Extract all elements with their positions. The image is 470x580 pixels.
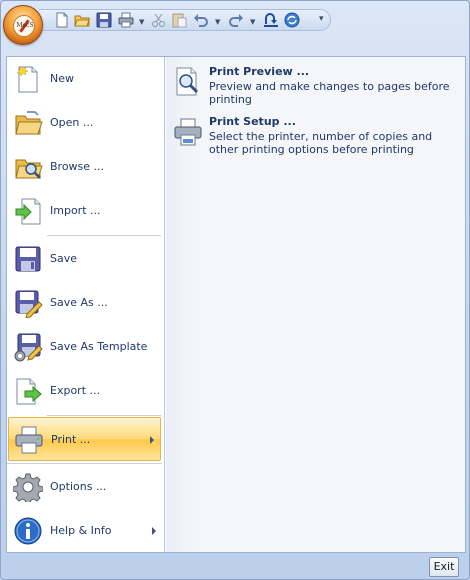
menu-item-help-info[interactable]: Help & Info: [7, 509, 162, 553]
customize-toolbar-arrow[interactable]: ▾: [319, 14, 324, 24]
open-folder-icon[interactable]: [74, 12, 90, 28]
save-as-icon: [15, 290, 43, 318]
save-template-icon: [14, 333, 43, 362]
submenu-item-print-preview[interactable]: Print Preview ... Preview and make chang…: [171, 65, 461, 109]
browse-folder-icon: [15, 159, 43, 179]
info-icon: [14, 517, 42, 545]
magnifier-doc-icon: [176, 67, 199, 96]
save-disk-icon: [15, 246, 41, 272]
menu-item-new[interactable]: New: [7, 57, 162, 101]
menu-item-label: Import ...: [50, 204, 101, 217]
menu-commands-column: New Open ... Browse ... Import ... Save …: [7, 57, 164, 552]
application-orb-button[interactable]: MecS: [3, 5, 43, 45]
redo-dropdown-arrow[interactable]: ▼: [250, 18, 255, 26]
app-logo-icon: MecS: [13, 15, 35, 37]
print-dropdown-arrow[interactable]: ▼: [139, 18, 144, 26]
menu-item-label: Print ...: [51, 433, 91, 446]
menu-item-label: Open ...: [50, 116, 94, 129]
menu-item-label: Browse ...: [50, 160, 105, 173]
save-disk-icon[interactable]: [96, 12, 112, 28]
application-window: MecS ▼ ▼ ▼ ▾ New Open ... Browse ... Imp…: [0, 0, 470, 580]
menu-item-save[interactable]: Save: [7, 237, 162, 281]
menu-item-print[interactable]: Print ...: [8, 417, 161, 461]
export-icon: [16, 378, 42, 405]
new-doc-icon: [16, 65, 38, 93]
menu-item-save-as-template[interactable]: Save As Template: [7, 325, 162, 369]
printer-icon: [174, 118, 202, 146]
menu-separator: [47, 235, 161, 236]
menu-separator: [7, 463, 162, 464]
submenu-item-description: Preview and make changes to pages before…: [209, 80, 450, 106]
menu-item-open[interactable]: Open ...: [7, 101, 162, 145]
undo-dropdown-arrow[interactable]: ▼: [215, 18, 220, 26]
print-submenu-panel: Print Preview ... Preview and make chang…: [164, 57, 465, 552]
print-icon[interactable]: [118, 12, 134, 28]
open-folder-icon: [15, 111, 43, 135]
new-doc-icon[interactable]: [54, 12, 70, 28]
menu-item-import[interactable]: Import ...: [7, 189, 162, 233]
paste-icon[interactable]: [171, 12, 187, 28]
import-icon: [15, 198, 41, 225]
menu-item-label: Save As ...: [50, 296, 108, 309]
menu-item-label: Save: [50, 252, 78, 265]
cut-icon[interactable]: [151, 12, 167, 28]
submenu-item-description: Select the printer, number of copies and…: [209, 130, 433, 156]
menu-item-label: Options ...: [50, 480, 107, 493]
application-menu: New Open ... Browse ... Import ... Save …: [6, 56, 466, 553]
submenu-item-title: Print Setup ...: [209, 115, 296, 128]
menu-item-browse[interactable]: Browse ...: [7, 145, 162, 189]
refresh-icon[interactable]: [263, 12, 279, 28]
menu-item-save-as[interactable]: Save As ...: [7, 281, 162, 325]
menu-item-label: Save As Template: [50, 340, 148, 353]
undo-icon[interactable]: [193, 12, 209, 28]
menu-item-options[interactable]: Options ...: [7, 465, 162, 509]
menu-item-label: Export ...: [50, 384, 100, 397]
menu-item-label: New: [50, 72, 74, 85]
submenu-item-print-setup[interactable]: Print Setup ... Select the printer, numb…: [171, 115, 461, 165]
submenu-item-title: Print Preview ...: [209, 65, 310, 78]
quick-access-toolbar: MecS ▼ ▼ ▼ ▾: [1, 1, 469, 45]
gear-icon: [13, 473, 43, 502]
redo-icon[interactable]: [228, 12, 244, 28]
exit-button[interactable]: Exit: [429, 557, 459, 577]
menu-item-label: Help & Info: [50, 524, 112, 537]
sync-icon[interactable]: [284, 12, 300, 28]
submenu-arrow-icon: [150, 436, 154, 444]
menu-item-export[interactable]: Export ...: [7, 369, 162, 413]
print-icon: [15, 426, 43, 454]
submenu-arrow-icon: [152, 527, 156, 535]
menu-separator: [47, 415, 161, 416]
